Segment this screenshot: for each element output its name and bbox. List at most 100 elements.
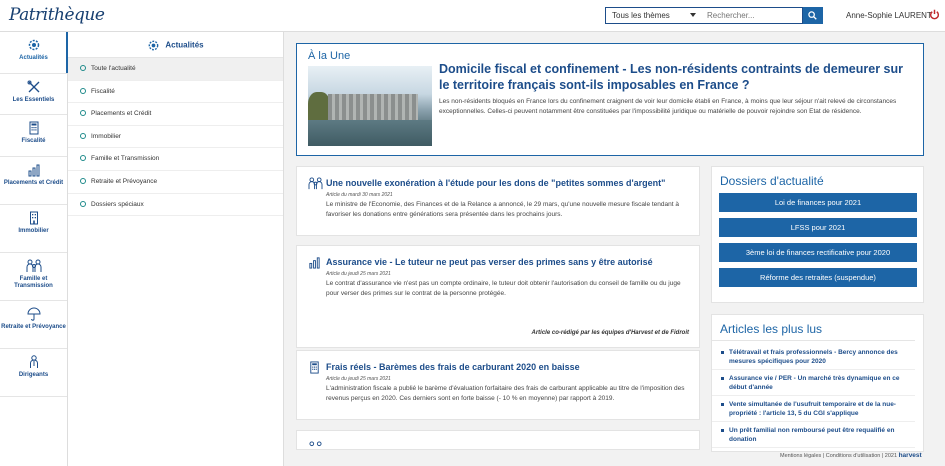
sidebar-item-label: Actualités xyxy=(19,55,48,61)
circle-icon xyxy=(80,87,86,94)
article-text: Le contrat d'assurance vie n'est pas un … xyxy=(326,280,681,297)
sidebar-item-label: Dirigeants xyxy=(18,371,49,378)
circle-icon xyxy=(80,155,86,162)
bullet-icon xyxy=(721,403,724,406)
submenu-item-label: Toute l'actualité xyxy=(91,65,136,72)
featured-title[interactable]: Domicile fiscal et confinement - Les non… xyxy=(439,61,909,93)
family-icon xyxy=(309,441,322,447)
submenu-item-famille[interactable]: Famille et Transmission xyxy=(68,148,283,171)
family-icon xyxy=(308,177,323,190)
logo[interactable]: Patrithèque xyxy=(9,5,105,25)
sidebar-item-label: Immobilier xyxy=(18,227,49,234)
submenu-header: Actualités xyxy=(68,32,283,58)
circle-icon xyxy=(80,65,86,71)
article-title[interactable]: Assurance vie - Le tuteur ne peut pas ve… xyxy=(326,257,653,267)
most-read-title: Articles les plus lus xyxy=(712,315,915,341)
submenu-item-label: Immobilier xyxy=(91,132,121,140)
bullet-icon xyxy=(721,429,724,432)
article-card[interactable]: Une nouvelle exonération à l'étude pour … xyxy=(296,166,700,236)
sidebar: Actualités Les Essentiels Fiscalité Plac… xyxy=(0,32,68,466)
user-name[interactable]: Anne-Sophie LAURENT xyxy=(846,11,932,20)
article-date: Article du jeudi 25 mars 2021 xyxy=(326,376,391,382)
chart-icon xyxy=(309,257,320,269)
circle-icon xyxy=(80,110,86,117)
list-item-label: Assurance vie / PER - Un marché très dyn… xyxy=(729,375,900,391)
search-icon xyxy=(808,11,817,20)
circle-icon xyxy=(80,132,86,139)
sidebar-item-retraite[interactable]: Retraite et Prévoyance xyxy=(0,301,67,349)
building-icon xyxy=(29,211,38,224)
dossier-button[interactable]: Réforme des retraites (suspendue) xyxy=(719,268,917,287)
theme-select[interactable]: Tous les thèmes xyxy=(605,7,702,24)
gear-icon xyxy=(149,40,159,51)
featured-article[interactable]: À la Une Domicile fiscal et confinement … xyxy=(296,43,924,156)
submenu-item-fiscalite[interactable]: Fiscalité xyxy=(68,81,283,104)
dossier-button[interactable]: LFSS pour 2021 xyxy=(719,218,917,237)
power-icon[interactable] xyxy=(929,9,940,20)
sidebar-item-famille[interactable]: Famille et Transmission xyxy=(0,253,67,301)
family-icon xyxy=(26,259,41,272)
bullet-icon xyxy=(721,351,724,354)
submenu-item-retraite[interactable]: Retraite et Prévoyance xyxy=(68,171,283,194)
submenu-item-dossiers[interactable]: Dossiers spéciaux xyxy=(68,194,283,217)
featured-text: Les non-résidents bloqués en France lors… xyxy=(439,98,897,115)
footer-links[interactable]: Mentions légales | Conditions d'utilisat… xyxy=(780,453,897,459)
calculator-icon xyxy=(29,121,38,135)
list-item-label: Vente simultanée de l'usufruit temporair… xyxy=(729,401,896,417)
article-text: L'administration fiscale a publié le bar… xyxy=(326,385,685,402)
article-title[interactable]: Une nouvelle exonération à l'étude pour … xyxy=(326,178,665,188)
article-credit: Article co-rédigé par les équipes d'Harv… xyxy=(531,330,689,336)
dossier-button[interactable]: Loi de finances pour 2021 xyxy=(719,193,917,212)
bullet-icon xyxy=(721,377,724,380)
article-title[interactable]: Frais réels - Barèmes des frais de carbu… xyxy=(326,362,580,372)
submenu-item-placements[interactable]: Placements et Crédit xyxy=(68,103,283,126)
submenu-item-toute-actualite[interactable]: Toute l'actualité xyxy=(68,58,283,81)
main-content: À la Une Domicile fiscal et confinement … xyxy=(284,32,945,466)
search-button[interactable] xyxy=(803,7,823,24)
article-card-partial[interactable] xyxy=(296,430,700,450)
submenu-item-label: Fiscalité xyxy=(91,87,115,95)
circle-icon xyxy=(80,177,86,184)
article-card[interactable]: Frais réels - Barèmes des frais de carbu… xyxy=(296,350,700,420)
submenu-item-label: Dossiers spéciaux xyxy=(91,200,144,208)
dossiers-panel: Dossiers d'actualité Loi de finances pou… xyxy=(711,166,924,303)
list-item[interactable]: Un prêt familial non remboursé peut être… xyxy=(712,422,915,448)
article-card[interactable]: Assurance vie - Le tuteur ne peut pas ve… xyxy=(296,245,700,348)
theme-select-value: Tous les thèmes xyxy=(612,11,670,20)
list-item[interactable]: Vente simultanée de l'usufruit temporair… xyxy=(712,396,915,422)
image-building xyxy=(328,94,418,120)
submenu-item-immobilier[interactable]: Immobilier xyxy=(68,126,283,149)
sidebar-item-dirigeants[interactable]: Dirigeants xyxy=(0,349,67,397)
list-item[interactable]: Assurance vie / PER - Un marché très dyn… xyxy=(712,370,915,396)
submenu-item-label: Famille et Transmission xyxy=(91,155,160,163)
dossier-button[interactable]: 3ème loi de finances rectificative pour … xyxy=(719,243,917,262)
tools-icon xyxy=(27,80,39,92)
sidebar-item-fiscalite[interactable]: Fiscalité xyxy=(0,115,67,157)
sidebar-item-actualites[interactable]: Actualités xyxy=(0,32,68,74)
chart-icon xyxy=(28,164,39,176)
calculator-icon xyxy=(310,361,319,374)
article-date: Article du mardi 30 mars 2021 xyxy=(326,192,393,198)
list-item[interactable]: Télétravail et frais professionnels - Be… xyxy=(712,344,915,370)
top-bar: Patrithèque Tous les thèmes Anne-Sophie … xyxy=(0,0,945,32)
dossiers-title: Dossiers d'actualité xyxy=(720,174,824,188)
search-input[interactable] xyxy=(701,7,803,24)
list-item-label: Un prêt familial non remboursé peut être… xyxy=(729,427,895,443)
most-read-list: Télétravail et frais professionnels - Be… xyxy=(712,341,923,448)
most-read-panel: Articles les plus lus Télétravail et fra… xyxy=(711,314,924,452)
submenu-item-label: Placements et Crédit xyxy=(91,110,152,118)
sidebar-item-placements[interactable]: Placements et Crédit xyxy=(0,157,67,205)
circle-icon xyxy=(80,200,86,207)
sidebar-item-essentiels[interactable]: Les Essentiels xyxy=(0,74,67,115)
footer: Mentions légales | Conditions d'utilisat… xyxy=(780,452,922,459)
footer-brand: harvest xyxy=(898,452,922,459)
sidebar-item-label: Fiscalité xyxy=(21,138,46,144)
sidebar-item-label: Les Essentiels xyxy=(12,96,55,103)
umbrella-icon xyxy=(26,307,41,321)
submenu: Actualités Toute l'actualité Fiscalité P… xyxy=(68,32,284,466)
image-trees xyxy=(308,92,330,122)
sidebar-item-immobilier[interactable]: Immobilier xyxy=(0,205,67,253)
featured-image[interactable] xyxy=(308,66,432,146)
list-item-label: Télétravail et frais professionnels - Be… xyxy=(729,349,898,365)
submenu-title: Actualités xyxy=(165,40,204,50)
